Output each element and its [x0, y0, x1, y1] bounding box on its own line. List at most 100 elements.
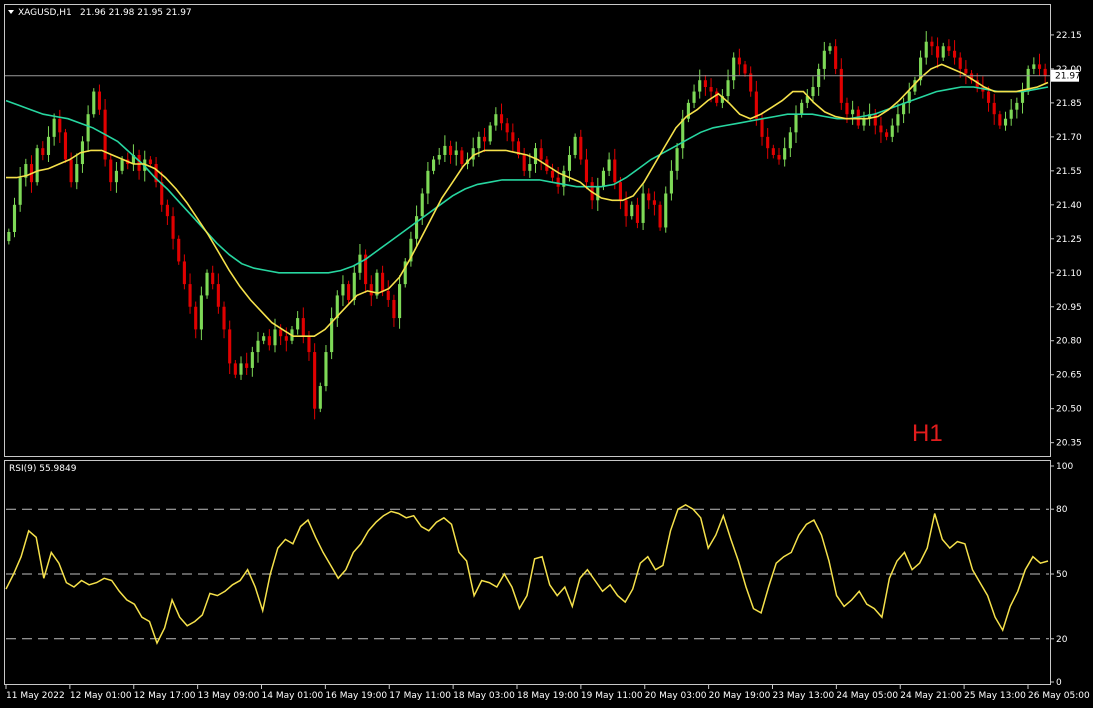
time-tick-label: 23 May 13:00 — [773, 691, 835, 701]
candle-body — [851, 109, 855, 115]
price-tick-label: 20.35 — [1056, 439, 1082, 449]
price-tick-label: 20.95 — [1056, 303, 1082, 313]
candle-body — [1015, 102, 1019, 110]
price-tick-label: 21.25 — [1056, 235, 1082, 245]
candle-body — [652, 200, 656, 205]
candle-body — [1003, 118, 1008, 126]
candle-body — [199, 295, 203, 330]
time-tick-label: 24 May 21:00 — [900, 691, 962, 701]
candle-body — [794, 114, 798, 133]
candle-body — [924, 41, 928, 58]
candle-body — [318, 386, 322, 409]
candle-body — [698, 80, 702, 92]
candle-body — [386, 290, 390, 300]
candle-body — [1009, 109, 1013, 119]
candle-body — [369, 284, 373, 296]
price-tick-label: 20.80 — [1056, 337, 1082, 347]
candle-body — [12, 204, 17, 232]
candle-body — [732, 57, 736, 81]
candle-body — [52, 118, 56, 137]
candle-body — [986, 91, 991, 103]
candle-body — [737, 57, 741, 65]
candle-body — [958, 57, 962, 69]
candle-body — [539, 148, 543, 160]
candle-body — [635, 204, 639, 223]
candle-body — [828, 46, 832, 51]
candle-body — [800, 102, 804, 115]
candle-body — [398, 284, 402, 319]
candle-body — [550, 170, 555, 178]
candle-body — [811, 87, 815, 97]
time-tick-label: 20 May 03:00 — [645, 691, 707, 701]
candle-body — [618, 182, 622, 201]
time-tick-label: 26 May 05:00 — [1028, 691, 1090, 701]
candle-body — [233, 363, 237, 375]
candle-body — [766, 136, 770, 149]
candle-body — [307, 336, 311, 353]
candle-body — [18, 177, 22, 205]
time-tick-label: 11 May 2022 — [6, 691, 65, 701]
candle-body — [817, 68, 821, 88]
candle-body — [296, 318, 300, 330]
candle-body — [992, 102, 996, 115]
candle-body — [664, 193, 668, 228]
candle-body — [681, 118, 685, 149]
candle-body — [584, 159, 589, 183]
price-tick-label: 21.10 — [1056, 269, 1082, 279]
candle-body — [205, 272, 209, 296]
candle-body — [114, 170, 118, 183]
candle-body — [596, 186, 600, 201]
price-tick-label: 21.70 — [1056, 133, 1082, 143]
candle-body — [341, 284, 345, 296]
candle-body — [448, 145, 453, 155]
candle-body — [505, 123, 509, 133]
candle-body — [415, 216, 419, 239]
candle-body — [873, 114, 877, 126]
time-tick-label: 24 May 05:00 — [836, 691, 898, 701]
candle-body — [998, 114, 1002, 126]
candle-body — [97, 91, 101, 110]
time-tick-label: 17 May 11:00 — [389, 691, 451, 701]
candle-body — [460, 150, 464, 165]
candle-body — [245, 363, 249, 368]
price-tick-label: 20.65 — [1056, 371, 1082, 381]
candle-body — [432, 159, 436, 171]
candle-body — [1020, 91, 1025, 103]
candle-body — [641, 193, 645, 223]
chart-canvas: 22.1522.0021.8521.7021.5521.4021.2521.10… — [0, 0, 1093, 708]
candle-body — [228, 329, 232, 364]
time-tick-label: 14 May 01:00 — [262, 691, 324, 701]
candle-body — [528, 164, 532, 171]
candle-body — [1043, 68, 1047, 76]
candle-body — [862, 118, 866, 126]
last-price-label: 21.97 — [1055, 72, 1081, 82]
candle-body — [556, 177, 560, 187]
candle-body — [839, 68, 843, 103]
price-tick-label: 21.85 — [1056, 99, 1082, 109]
rsi-tick-label: 20 — [1056, 635, 1068, 645]
candle-body — [788, 132, 792, 149]
candle-body — [273, 329, 277, 346]
candle-body — [658, 204, 662, 228]
candle-body — [86, 114, 90, 142]
timeframe-label: H1 — [912, 420, 943, 447]
candle-body — [647, 193, 651, 201]
candle-body — [69, 159, 73, 183]
candle-body — [947, 46, 951, 51]
rsi-header: RSI(9) 55.9849 — [9, 464, 77, 474]
candle-body — [1032, 64, 1036, 69]
candle-body — [267, 336, 271, 346]
candle-body — [771, 148, 775, 155]
candle-body — [75, 164, 79, 183]
candle-body — [499, 114, 504, 124]
time-tick-label: 16 May 19:00 — [325, 691, 387, 701]
price-tick-label: 21.55 — [1056, 167, 1082, 177]
candle-body — [703, 80, 707, 88]
candle-body — [109, 159, 113, 183]
candle-body — [607, 159, 611, 171]
candle-body — [760, 118, 764, 137]
candle-body — [845, 102, 849, 115]
candle-body — [301, 318, 305, 337]
candle-body — [216, 284, 220, 307]
time-tick-label: 20 May 19:00 — [709, 691, 771, 701]
